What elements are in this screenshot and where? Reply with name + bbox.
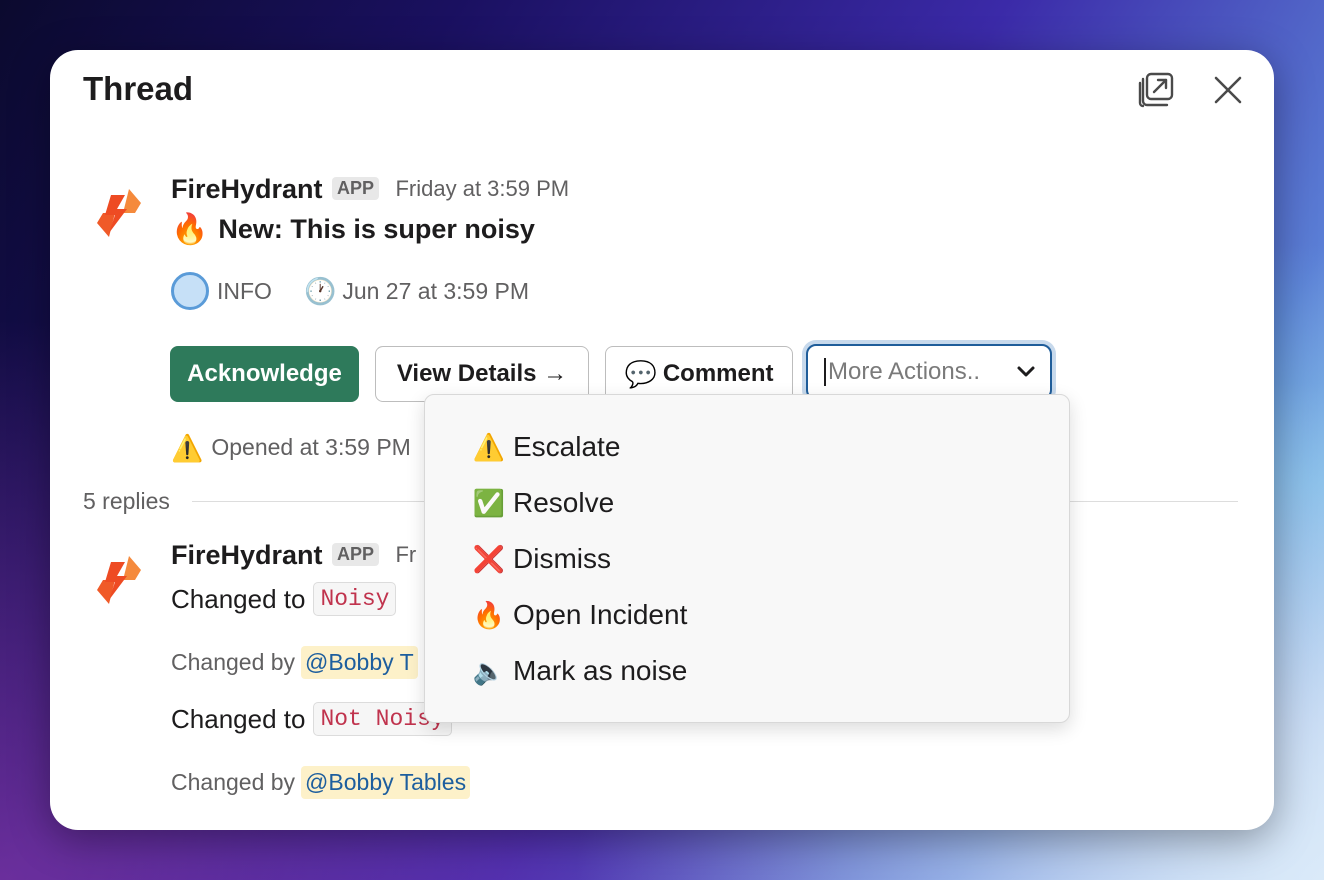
speech-bubble-icon: 💬: [624, 359, 657, 389]
reply-header: FireHydrant APP Fr: [171, 540, 416, 571]
changed-to-row-2: Changed to Not Noisy: [171, 702, 452, 736]
more-actions-placeholder: More Actions..: [828, 358, 981, 385]
acknowledge-button[interactable]: Acknowledge: [170, 346, 359, 402]
changed-to-label: Changed to: [171, 583, 306, 614]
text-caret: [824, 358, 826, 386]
user-mention[interactable]: @Bobby T: [301, 646, 418, 679]
menu-item-label: Mark as noise: [513, 655, 688, 686]
menu-item-label: Dismiss: [513, 543, 611, 574]
opened-text: Opened at 3:59 PM: [211, 434, 411, 460]
popout-icon[interactable]: [1134, 68, 1178, 112]
check-mark-icon: ✅: [472, 488, 506, 518]
info-circle-icon: [171, 272, 209, 310]
menu-item-resolve[interactable]: ✅ Resolve: [425, 475, 1069, 531]
sender-name[interactable]: FireHydrant: [171, 174, 323, 204]
warning-icon: ⚠️: [472, 432, 506, 462]
changed-by-label: Changed by: [171, 649, 296, 675]
warning-icon: ⚠️: [171, 432, 204, 463]
value-noisy: Noisy: [313, 582, 397, 616]
menu-item-open-incident[interactable]: 🔥 Open Incident: [425, 587, 1069, 643]
changed-to-row-1: Changed to Noisy: [171, 582, 397, 616]
speaker-icon: 🔈: [472, 656, 506, 686]
opened-row: ⚠️ Opened at 3:59 PM: [171, 434, 411, 461]
changed-by-row-2: Changed by @Bobby Tables: [171, 766, 471, 799]
alert-meta: INFO 🕐 Jun 27 at 3:59 PM: [171, 272, 529, 310]
alert-title-text: New: This is super noisy: [218, 214, 535, 244]
firehydrant-avatar-reply[interactable]: [83, 544, 155, 616]
close-icon[interactable]: [1206, 68, 1250, 112]
menu-item-mark-as-noise[interactable]: 🔈 Mark as noise: [425, 643, 1069, 699]
changed-by-row-1: Changed by @Bobby T: [171, 646, 418, 679]
created-time: Jun 27 at 3:59 PM: [342, 277, 530, 304]
message-time[interactable]: Friday at 3:59 PM: [395, 176, 569, 201]
fire-icon: 🔥: [171, 212, 209, 246]
menu-item-label: Escalate: [513, 431, 621, 462]
reply-app-badge: APP: [332, 543, 380, 566]
menu-item-label: Resolve: [513, 487, 615, 518]
more-actions-select[interactable]: More Actions..: [806, 344, 1052, 400]
panel-title: Thread: [83, 70, 194, 107]
cross-mark-icon: ❌: [472, 544, 506, 574]
alert-title: 🔥 New: This is super noisy: [171, 214, 535, 245]
comment-label: Comment: [662, 360, 774, 387]
thread-panel: Thread FireHydrant APP Friday at 3:59 PM…: [50, 50, 1274, 830]
message-header: FireHydrant APP Friday at 3:59 PM: [171, 174, 569, 205]
severity-label: INFO: [217, 277, 272, 304]
reply-time[interactable]: Fr: [395, 542, 416, 567]
changed-by-label-2: Changed by: [171, 769, 296, 795]
more-actions-menu: ⚠️ Escalate ✅ Resolve ❌ Dismiss 🔥 Open I…: [424, 394, 1070, 723]
reply-sender-name[interactable]: FireHydrant: [171, 540, 323, 570]
menu-item-label: Open Incident: [513, 599, 688, 630]
changed-to-label-2: Changed to: [171, 703, 306, 734]
chevron-down-icon: [1017, 366, 1035, 377]
firehydrant-avatar[interactable]: [83, 177, 155, 249]
replies-count[interactable]: 5 replies: [83, 488, 170, 515]
app-badge: APP: [332, 177, 380, 200]
fire-icon: 🔥: [472, 600, 506, 630]
clock-icon: 🕐: [303, 276, 337, 306]
menu-item-dismiss[interactable]: ❌ Dismiss: [425, 531, 1069, 587]
menu-item-escalate[interactable]: ⚠️ Escalate: [425, 419, 1069, 475]
user-mention-2[interactable]: @Bobby Tables: [301, 766, 471, 799]
